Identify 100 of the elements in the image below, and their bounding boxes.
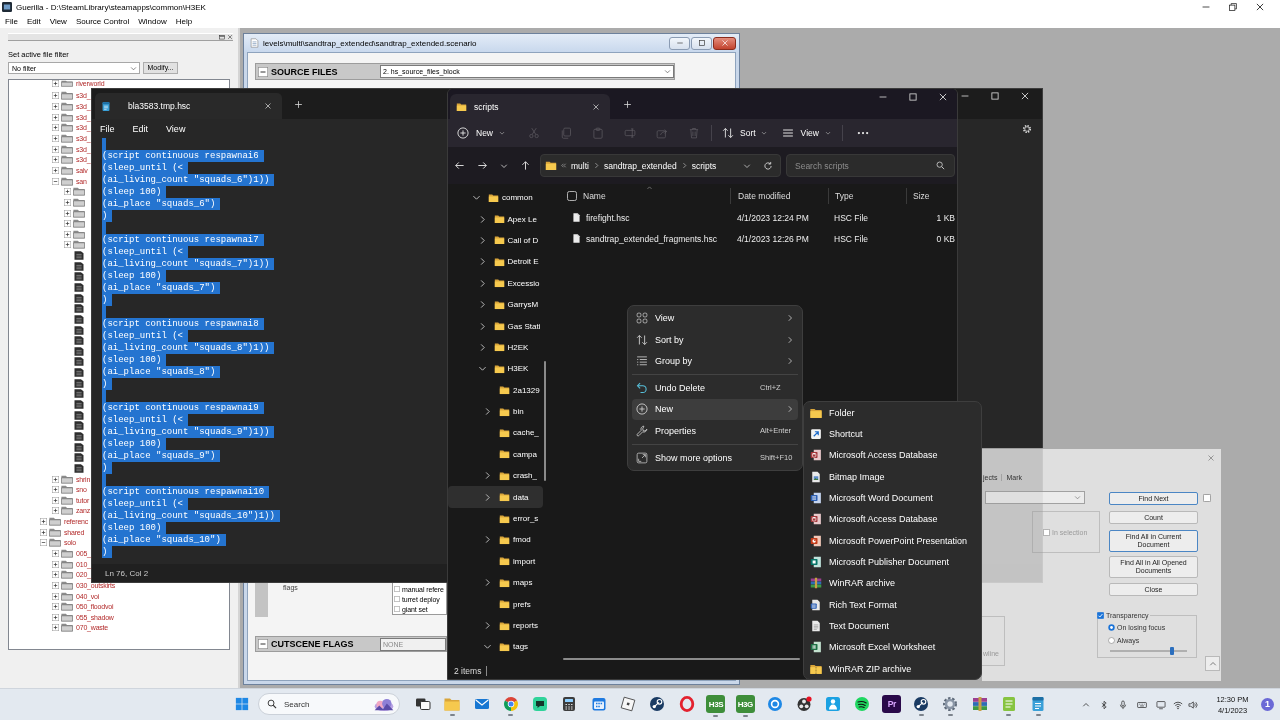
- nav-item[interactable]: maps: [448, 572, 543, 594]
- nav-item[interactable]: Call of D: [448, 229, 543, 252]
- menu-item[interactable]: File: [100, 123, 115, 134]
- plus-icon[interactable]: [294, 99, 303, 109]
- plus-box-icon[interactable]: [52, 156, 59, 164]
- nav-item[interactable]: 2a1329: [448, 379, 543, 401]
- refresh-icon[interactable]: [763, 160, 773, 171]
- search-field[interactable]: Search: [258, 693, 400, 715]
- plus-box-icon[interactable]: [52, 135, 59, 142]
- column-header[interactable]: Size: [913, 191, 930, 201]
- plus-box-icon[interactable]: [52, 581, 59, 589]
- nav-item[interactable]: H2EK: [448, 336, 543, 359]
- plus-box-icon[interactable]: [52, 592, 59, 600]
- nav-item[interactable]: bin: [448, 400, 543, 423]
- checkbox[interactable]: [394, 596, 400, 602]
- nav-item[interactable]: GarrysM: [448, 293, 543, 316]
- column-header[interactable]: Name: [583, 191, 606, 201]
- checkbox[interactable]: [394, 606, 400, 612]
- target-circle-icon[interactable]: [766, 696, 783, 712]
- plus-box-icon[interactable]: [64, 241, 71, 249]
- taskbar-app-button[interactable]: Pr: [882, 695, 902, 713]
- window-icon[interactable]: [219, 34, 225, 40]
- plus-box-icon[interactable]: [40, 518, 47, 526]
- task-view-icon[interactable]: [415, 696, 431, 712]
- plus-box-icon[interactable]: [52, 80, 59, 88]
- segmented-circle-icon[interactable]: [502, 696, 519, 712]
- column-header[interactable]: Date modified: [738, 191, 791, 201]
- taskbar-app-button[interactable]: H3S: [706, 695, 726, 713]
- menu-item[interactable]: WinRAR ZIP archive: [808, 658, 977, 680]
- nav-item[interactable]: H3EK: [448, 358, 543, 380]
- monitor-icon[interactable]: [1156, 699, 1166, 710]
- ring-icon[interactable]: [678, 696, 695, 712]
- double-chevron-icon[interactable]: [560, 162, 567, 169]
- chevron-down-icon[interactable]: [743, 161, 751, 170]
- plus-box-icon[interactable]: [64, 188, 71, 196]
- menu-item[interactable]: Microsoft PowerPoint Presentation: [808, 530, 977, 552]
- plus-box-icon[interactable]: [52, 613, 59, 621]
- plus-box-icon[interactable]: [64, 209, 71, 217]
- radio-button[interactable]: [1108, 637, 1115, 644]
- linked-circles-icon[interactable]: [649, 696, 666, 712]
- linked-circles-icon[interactable]: [913, 696, 930, 712]
- taskbar-app-button[interactable]: H3G: [735, 695, 755, 713]
- nav-item[interactable]: error_s: [448, 507, 543, 530]
- tab[interactable]: bla3583.tmp.hsc: [95, 93, 282, 119]
- plus-box-icon[interactable]: [52, 624, 59, 632]
- nav-item[interactable]: cache_: [448, 422, 543, 444]
- nav-item[interactable]: Gas Stati: [448, 315, 543, 337]
- menu-item[interactable]: Bitmap Image: [808, 466, 977, 488]
- volume-icon[interactable]: [1188, 699, 1198, 710]
- plus-box-icon[interactable]: [52, 571, 59, 579]
- plus-box-icon[interactable]: [52, 92, 59, 100]
- plus-box-icon[interactable]: [40, 528, 47, 536]
- arrow-left-icon[interactable]: [454, 160, 465, 171]
- file-name[interactable]: firefight.hsc: [586, 212, 630, 223]
- plus-icon[interactable]: [623, 99, 632, 109]
- address-bar[interactable]: multi sandtrap_extended scripts: [540, 154, 781, 177]
- radio-button[interactable]: [1108, 624, 1115, 631]
- file-name[interactable]: sandtrap_extended_fragments.hsc: [586, 233, 717, 244]
- minus-box-icon[interactable]: [52, 177, 59, 185]
- menu-item[interactable]: Folder: [808, 402, 977, 424]
- chevron-right-icon[interactable]: [483, 578, 492, 588]
- person-icon[interactable]: [825, 696, 842, 712]
- calendar-icon[interactable]: [590, 696, 607, 712]
- nav-item[interactable]: import: [448, 550, 543, 573]
- slider-thumb[interactable]: [1169, 647, 1174, 655]
- menu-item[interactable]: Edit: [26, 16, 41, 26]
- column-header[interactable]: Type: [835, 191, 854, 201]
- search-field[interactable]: Search scripts: [786, 154, 955, 177]
- settings-icon[interactable]: [942, 696, 959, 712]
- close-button[interactable]: [713, 36, 736, 50]
- chevron-down-icon[interactable]: [477, 364, 487, 374]
- menu-item[interactable]: Source Control: [75, 16, 130, 26]
- nav-item[interactable]: Apex Le: [448, 208, 543, 230]
- menu-item[interactable]: Microsoft Publisher Document: [808, 551, 977, 573]
- plus-box-icon[interactable]: [52, 475, 59, 483]
- notepad-icon[interactable]: [1030, 696, 1047, 712]
- menu-item[interactable]: View: [49, 16, 67, 26]
- nav-item[interactable]: campa: [448, 443, 543, 466]
- nav-item[interactable]: crash_: [448, 465, 543, 487]
- plus-box-icon[interactable]: [52, 507, 59, 515]
- arrow-up-icon[interactable]: [520, 160, 531, 171]
- chevron-down-icon[interactable]: [483, 642, 492, 652]
- nav-item[interactable]: reports: [448, 614, 543, 637]
- menu-item[interactable]: Rich Text Format: [808, 594, 977, 616]
- scrollbar-thumb[interactable]: [544, 361, 546, 481]
- chevron-right-icon[interactable]: [483, 492, 492, 502]
- chevron-right-icon[interactable]: [483, 407, 492, 417]
- notification-badge[interactable]: 1: [1261, 698, 1274, 711]
- plus-box-icon[interactable]: [52, 560, 59, 568]
- plus-box-icon[interactable]: [64, 198, 71, 206]
- menu-item[interactable]: Shortcut: [808, 423, 977, 445]
- maximize-button[interactable]: [691, 36, 712, 50]
- menu-item[interactable]: View: [166, 123, 186, 134]
- plus-box-icon[interactable]: [52, 145, 59, 153]
- view-button[interactable]: View: [781, 122, 831, 144]
- calculator-icon[interactable]: [561, 696, 578, 712]
- menu-item[interactable]: File: [5, 16, 18, 26]
- plus-box-icon[interactable]: [52, 103, 59, 111]
- checkbox[interactable]: [567, 191, 577, 201]
- wifi-icon[interactable]: [1173, 699, 1183, 710]
